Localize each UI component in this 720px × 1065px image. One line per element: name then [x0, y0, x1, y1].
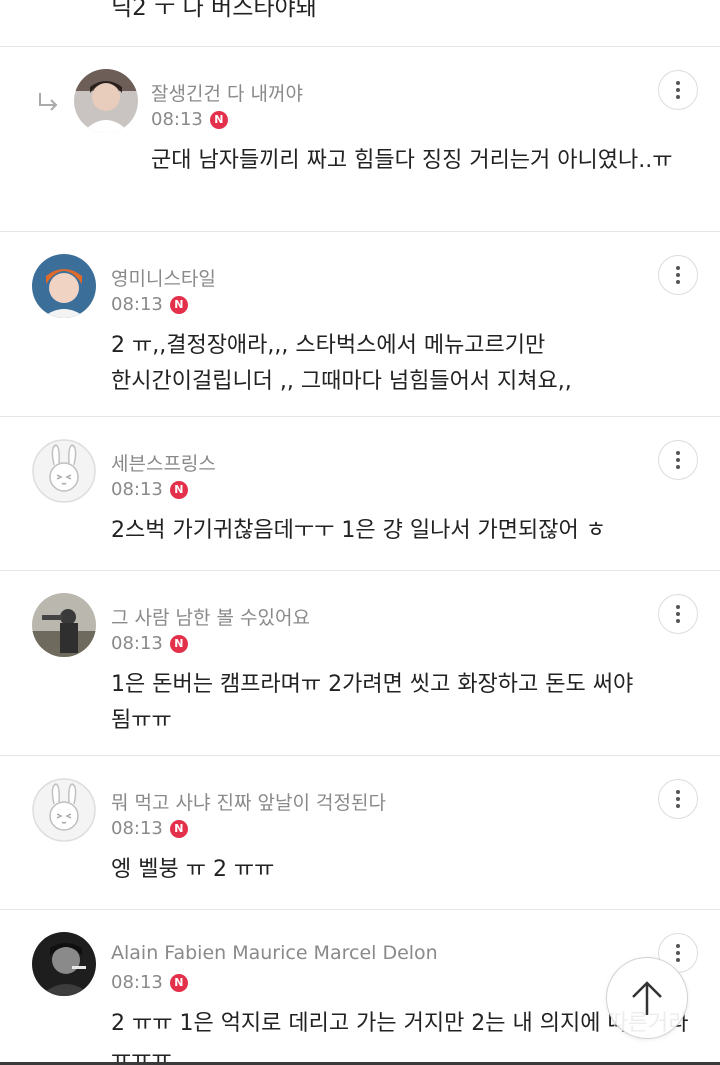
- more-options-button[interactable]: [658, 594, 698, 634]
- reply-arrow-icon: [36, 89, 62, 115]
- comment-timestamp: 08:13: [111, 972, 163, 993]
- partial-comment: 닉2 ㅜ 나 버스타야돼: [0, 0, 720, 47]
- default-bunny-avatar-icon[interactable]: [32, 439, 96, 503]
- avatar[interactable]: [32, 254, 96, 318]
- comment-time: 08:13 N: [111, 818, 188, 839]
- more-options-button[interactable]: [658, 255, 698, 295]
- comment-nickname[interactable]: 뭐 먹고 사냐 진짜 앞날이 걱정된다: [111, 788, 386, 815]
- comment-nickname[interactable]: Alain Fabien Maurice Marcel Delon: [111, 942, 438, 964]
- avatar[interactable]: [32, 593, 96, 657]
- more-vertical-icon: [676, 81, 680, 85]
- comment-item: 잘생긴건 다 내꺼야 08:13 N 군대 남자들끼리 짜고 힘들다 징징 거리…: [0, 47, 720, 232]
- new-badge: N: [169, 634, 188, 653]
- comment-nickname[interactable]: 그 사람 남한 볼 수있어요: [111, 603, 310, 630]
- new-badge: N: [169, 973, 188, 992]
- more-vertical-icon: [676, 266, 680, 270]
- comment-text: 2스벅 가기귀찮음데ㅜㅜ 1은 걍 일나서 가면되잖어 ㅎ: [111, 518, 606, 543]
- more-vertical-icon: [676, 944, 680, 948]
- comment-text: 닉2 ㅜ 나 버스타야돼: [111, 0, 317, 21]
- new-badge: N: [169, 295, 188, 314]
- more-options-button[interactable]: [658, 70, 698, 110]
- more-vertical-icon: [676, 451, 680, 455]
- comment-timestamp: 08:13: [151, 109, 203, 130]
- new-badge: N: [169, 480, 188, 499]
- comment-item: 뭐 먹고 사냐 진짜 앞날이 걱정된다 08:13 N 엥 벨붕 ㅠ 2 ㅠㅠ: [0, 756, 720, 910]
- comment-timestamp: 08:13: [111, 633, 163, 654]
- comment-text: 1은 돈버는 캠프라며ㅠ 2가려면 씻고 화장하고 돈도 써야 됨ㅠㅠ: [111, 672, 634, 733]
- more-options-button[interactable]: [658, 440, 698, 480]
- scroll-to-top-button[interactable]: [606, 957, 688, 1039]
- comment-nickname[interactable]: 잘생긴건 다 내꺼야: [151, 79, 303, 106]
- comment-time: 08:13 N: [151, 109, 228, 130]
- comment-text: 군대 남자들끼리 짜고 힘들다 징징 거리는거 아니였나..ㅠ: [151, 148, 673, 173]
- default-bunny-avatar-icon[interactable]: [32, 778, 96, 842]
- more-vertical-icon: [676, 790, 680, 794]
- comment-timestamp: 08:13: [111, 818, 163, 839]
- comment-text: 2 ㅠㅠ 1은 억지로 데리고 가는 거지만 2는 내 의지에 따른거라 ㅠㅠㅠ: [111, 1011, 689, 1062]
- arrow-up-icon: [632, 981, 662, 1015]
- more-vertical-icon: [676, 605, 680, 609]
- comment-time: 08:13 N: [111, 633, 188, 654]
- comment-item: 영미니스타일 08:13 N 2 ㅠ,,결정장애라,,, 스타벅스에서 메뉴고르…: [0, 232, 720, 417]
- comment-timestamp: 08:13: [111, 479, 163, 500]
- comment-text: 엥 벨붕 ㅠ 2 ㅠㅠ: [111, 857, 275, 882]
- comment-time: 08:13 N: [111, 294, 188, 315]
- avatar[interactable]: [74, 69, 138, 133]
- comment-nickname[interactable]: 영미니스타일: [111, 264, 216, 291]
- comment-time: 08:13 N: [111, 479, 188, 500]
- new-badge: N: [209, 110, 228, 129]
- new-badge: N: [169, 819, 188, 838]
- comment-item: 그 사람 남한 볼 수있어요 08:13 N 1은 돈버는 캠프라며ㅠ 2가려면…: [0, 571, 720, 756]
- avatar[interactable]: [32, 932, 96, 996]
- comment-time: 08:13 N: [111, 972, 188, 993]
- more-options-button[interactable]: [658, 779, 698, 819]
- comment-nickname[interactable]: 세븐스프링스: [111, 449, 216, 476]
- comment-text: 2 ㅠ,,결정장애라,,, 스타벅스에서 메뉴고르기만 한시간이걸립니더 ,, …: [111, 333, 572, 394]
- comment-timestamp: 08:13: [111, 294, 163, 315]
- comment-item: 세븐스프링스 08:13 N 2스벅 가기귀찮음데ㅜㅜ 1은 걍 일나서 가면되…: [0, 417, 720, 571]
